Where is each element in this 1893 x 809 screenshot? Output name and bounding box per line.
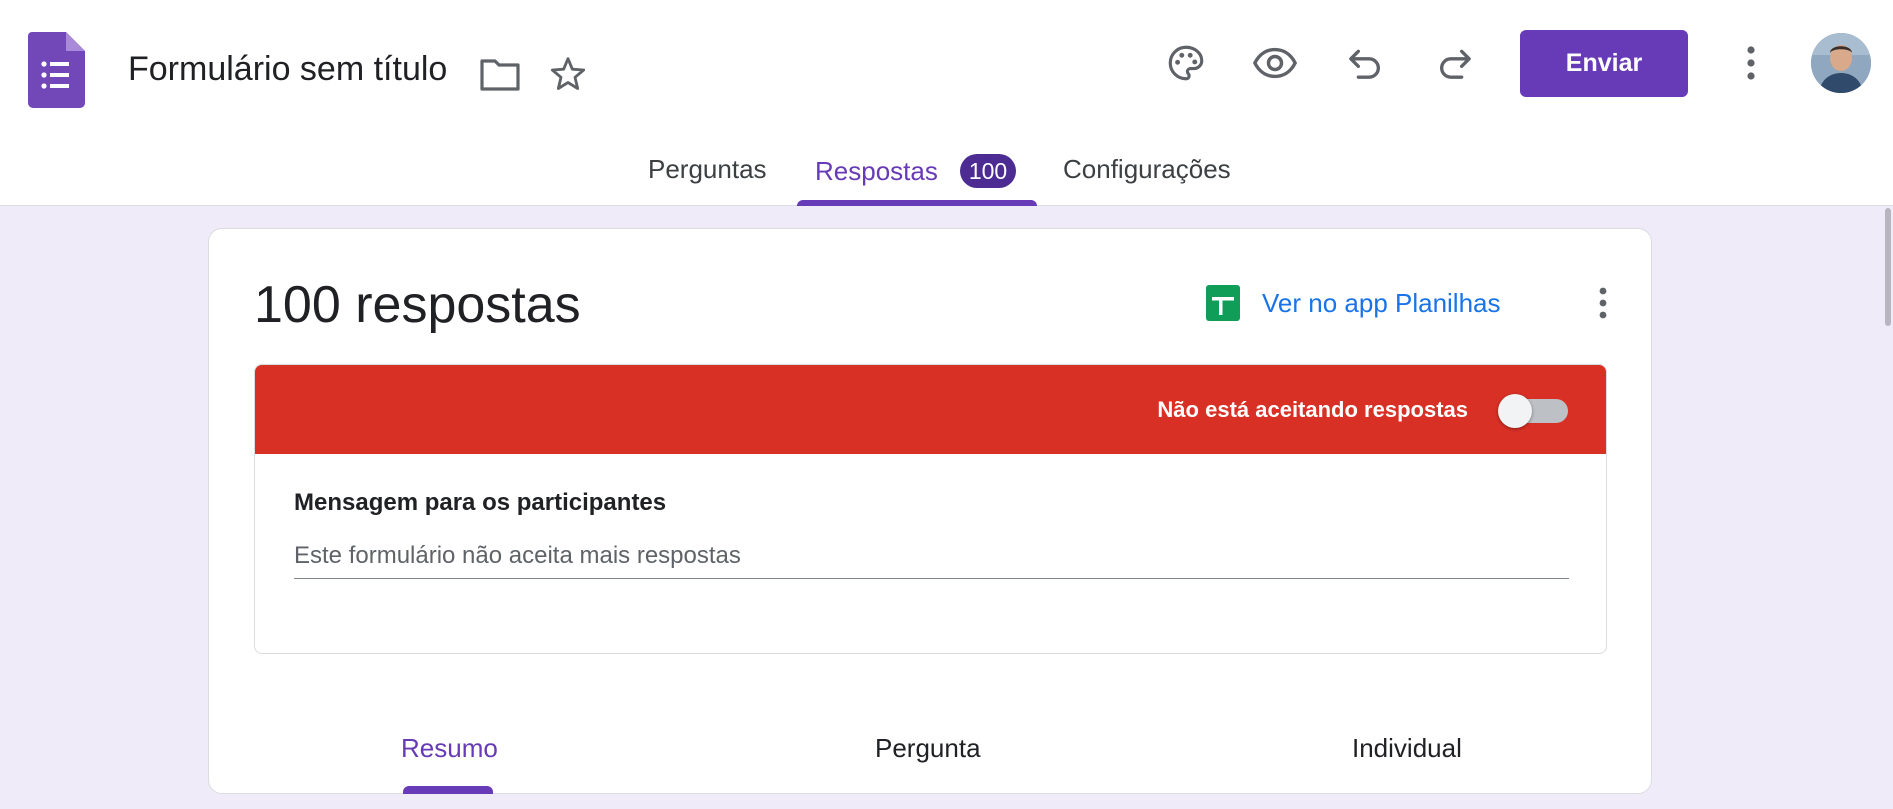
responses-card: 100 respostas Ver no app Planilhas Não e… xyxy=(208,228,1652,794)
tab-settings[interactable]: Configurações xyxy=(1063,154,1231,185)
eye-icon[interactable] xyxy=(1250,38,1300,88)
form-title[interactable]: Formulário sem título xyxy=(128,50,447,89)
active-subtab-indicator xyxy=(403,786,493,794)
google-sheets-icon xyxy=(1206,285,1240,321)
tab-summary[interactable]: Resumo xyxy=(401,733,498,764)
respondent-message-input[interactable] xyxy=(294,533,1569,579)
tab-individual[interactable]: Individual xyxy=(1352,733,1462,764)
view-in-sheets-link[interactable]: Ver no app Planilhas xyxy=(1206,285,1501,321)
response-count-badge: 100 xyxy=(959,154,1017,188)
google-forms-icon[interactable] xyxy=(28,32,85,108)
sheets-link-label: Ver no app Planilhas xyxy=(1262,287,1501,318)
respondent-message-label: Mensagem para os participantes xyxy=(294,489,667,516)
tab-label: Configurações xyxy=(1063,154,1231,184)
accepting-responses-toggle[interactable] xyxy=(1498,394,1570,428)
scrollbar-thumb[interactable] xyxy=(1885,208,1891,326)
toggle-knob xyxy=(1498,394,1532,428)
accepting-status-label: Não está aceitando respostas xyxy=(1157,397,1468,422)
page-scrollbar[interactable] xyxy=(1884,206,1893,809)
undo-icon[interactable] xyxy=(1340,38,1390,88)
active-tab-indicator xyxy=(797,200,1037,206)
palette-icon[interactable] xyxy=(1161,38,1211,88)
folder-icon[interactable] xyxy=(478,52,522,96)
send-button[interactable]: Enviar xyxy=(1520,30,1688,97)
tab-questions[interactable]: Perguntas xyxy=(648,154,767,185)
accepting-status-banner: Não está aceitando respostas xyxy=(255,365,1606,454)
tab-label: Perguntas xyxy=(648,154,767,184)
redo-icon[interactable] xyxy=(1430,38,1480,88)
tab-label: Respostas xyxy=(815,155,938,186)
main-tabs: Perguntas Respostas 100 Configurações xyxy=(0,140,1893,206)
more-vert-icon[interactable] xyxy=(1726,38,1776,88)
app-header: Formulário sem título Enviar Perguntas R… xyxy=(0,0,1893,206)
responses-count-heading: 100 respostas xyxy=(254,276,581,334)
accepting-responses-panel: Não está aceitando respostas Mensagem pa… xyxy=(254,364,1607,654)
more-vert-icon[interactable] xyxy=(1581,281,1625,325)
avatar[interactable] xyxy=(1811,33,1871,93)
tab-question[interactable]: Pergunta xyxy=(875,733,981,764)
star-icon[interactable] xyxy=(546,52,590,96)
tab-responses[interactable]: Respostas 100 xyxy=(815,154,1017,188)
